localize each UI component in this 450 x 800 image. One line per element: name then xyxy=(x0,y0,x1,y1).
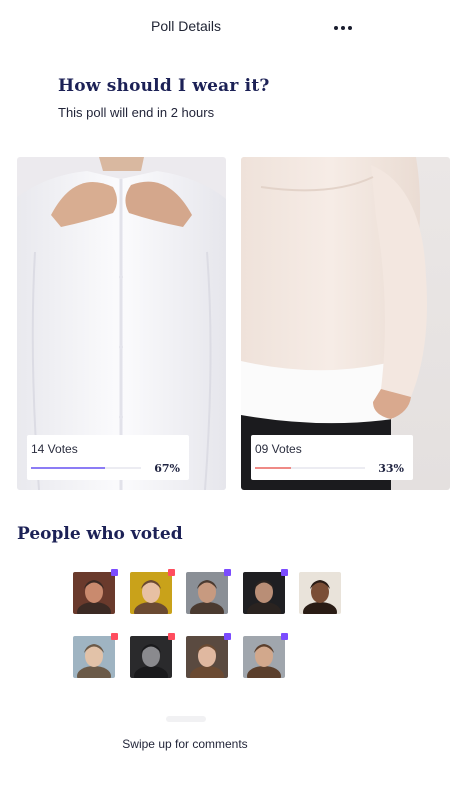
voter-avatar[interactable] xyxy=(130,569,175,614)
voter-avatar[interactable] xyxy=(73,569,118,614)
voter-avatar[interactable] xyxy=(243,569,288,614)
avatar xyxy=(243,572,285,614)
vote-result-card: 14 Votes 67% xyxy=(27,435,189,480)
swipe-handle[interactable] xyxy=(166,716,206,722)
voter-avatar[interactable] xyxy=(130,633,175,678)
voter-avatar[interactable] xyxy=(299,572,341,614)
avatar xyxy=(130,572,172,614)
vote-progress-fill xyxy=(255,467,292,469)
vote-indicator-badge xyxy=(111,633,118,640)
voter-avatar[interactable] xyxy=(243,633,288,678)
vote-percentage: 67% xyxy=(154,462,180,475)
vote-result-card: 09 Votes 33% xyxy=(251,435,413,480)
poll-end-notice: This poll will end in 2 hours xyxy=(58,105,215,120)
vote-indicator-badge xyxy=(168,633,175,640)
more-horizontal-icon[interactable] xyxy=(331,18,355,38)
vote-progress-bar xyxy=(255,467,365,469)
vote-progress-fill xyxy=(31,467,105,469)
page-title: Poll Details xyxy=(150,18,222,34)
vote-indicator-badge xyxy=(111,569,118,576)
poll-option-white-shirt[interactable]: 14 Votes 67% xyxy=(17,157,226,490)
vote-progress-bar xyxy=(31,467,141,469)
vote-count: 09 Votes xyxy=(255,442,302,456)
voter-avatar[interactable] xyxy=(73,633,118,678)
vote-indicator-badge xyxy=(281,633,288,640)
avatar xyxy=(73,636,115,678)
avatar xyxy=(130,636,172,678)
avatar xyxy=(186,572,228,614)
poll-question: How should I wear it? xyxy=(58,76,270,96)
voters-section-title: People who voted xyxy=(17,524,183,544)
poll-option-sweatshirt[interactable]: 09 Votes 33% xyxy=(241,157,450,490)
avatar xyxy=(186,636,228,678)
swipe-up-hint: Swipe up for comments xyxy=(122,737,248,751)
voter-avatar[interactable] xyxy=(186,633,231,678)
vote-count: 14 Votes xyxy=(31,442,78,456)
vote-indicator-badge xyxy=(281,569,288,576)
vote-percentage: 33% xyxy=(378,462,404,475)
app-header: Poll Details xyxy=(0,0,450,56)
voter-avatar[interactable] xyxy=(186,569,231,614)
avatar xyxy=(73,572,115,614)
vote-indicator-badge xyxy=(168,569,175,576)
avatar xyxy=(243,636,285,678)
avatar xyxy=(299,572,341,614)
vote-indicator-badge xyxy=(224,633,231,640)
vote-indicator-badge xyxy=(224,569,231,576)
